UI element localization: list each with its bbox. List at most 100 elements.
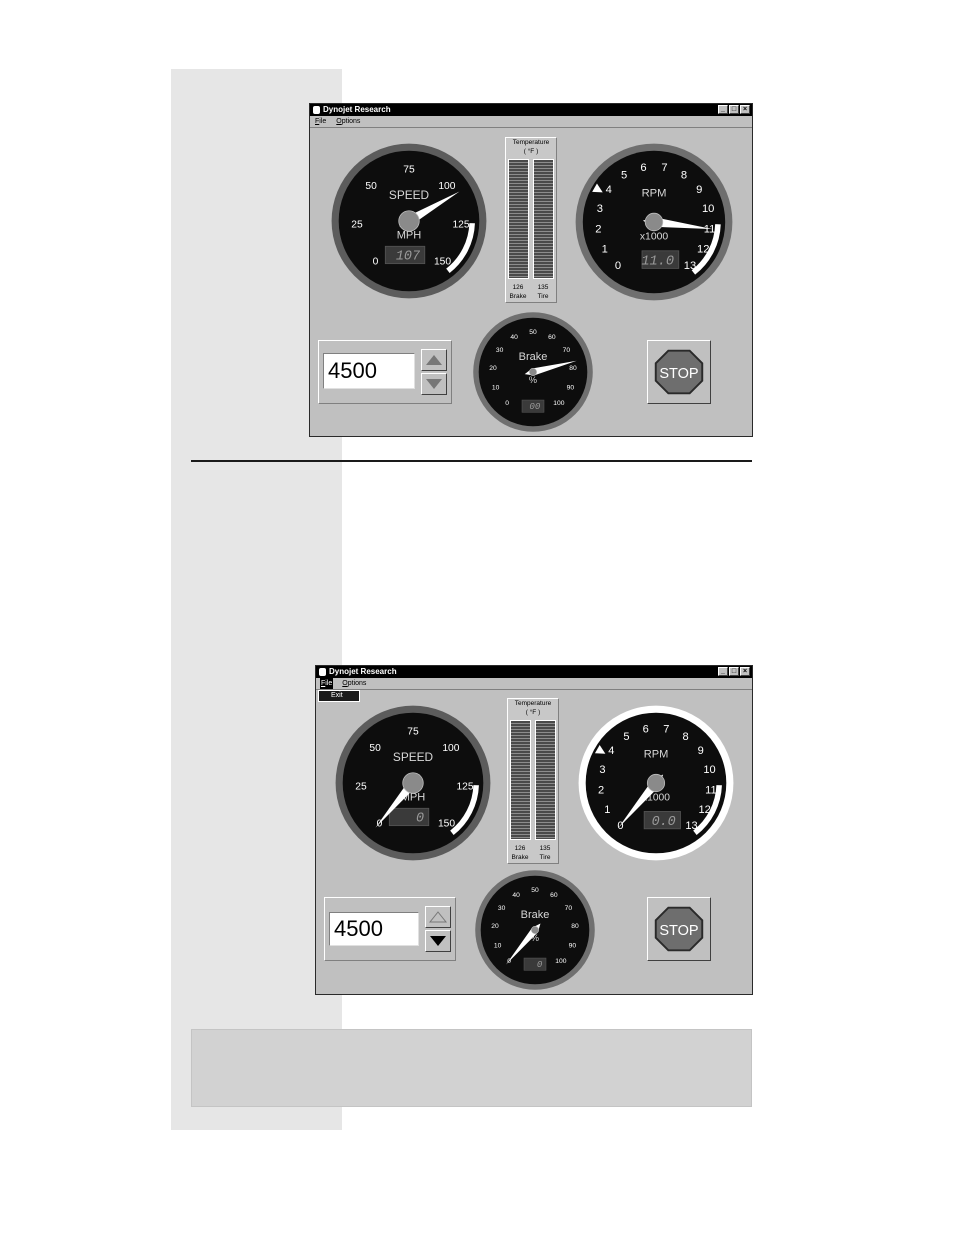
title-bar[interactable]: Dynojet Research _ □ × xyxy=(316,666,752,678)
window-title: Dynojet Research xyxy=(323,105,391,114)
brake-temp-label: Brake xyxy=(511,854,529,861)
gauge-tick-label: 50 xyxy=(529,329,537,336)
gauge-readout-display xyxy=(523,957,547,971)
rpm-input-panel: 4500 xyxy=(324,897,456,961)
gauge-tick-label: 0 xyxy=(373,257,379,268)
gauge-tick-label: 4 xyxy=(608,745,614,757)
app-window-2: Dynojet Research _ □ × File Options Exit… xyxy=(315,665,753,995)
maximize-button[interactable]: □ xyxy=(729,667,739,676)
gauge-label: Brake xyxy=(521,909,550,921)
gauge-tick-label: 100 xyxy=(442,743,459,754)
gauge-hub xyxy=(531,926,539,934)
gauge-tick-label: 7 xyxy=(661,162,667,174)
rpm-input[interactable]: 4500 xyxy=(323,353,415,389)
gauge-tick-label: 150 xyxy=(434,257,451,268)
gauge-tick-label: 30 xyxy=(496,347,504,354)
gauge-tick-label: 40 xyxy=(512,892,520,899)
close-button[interactable]: × xyxy=(740,667,750,676)
gauge-tick-label: 12 xyxy=(698,804,710,816)
gauge-readout: 0 xyxy=(537,959,543,970)
close-button[interactable]: × xyxy=(740,105,750,114)
gauge-tick-label: 0 xyxy=(615,260,621,272)
gauge-label: SPEED xyxy=(389,188,429,202)
rpm-down-button[interactable] xyxy=(421,373,447,395)
gauge-tick-label: 20 xyxy=(489,365,497,372)
gauge-tick-label: 13 xyxy=(684,260,696,272)
stop-button[interactable]: STOP xyxy=(647,340,711,404)
menu-options[interactable]: Options xyxy=(341,678,367,689)
gauge-tick-label: 6 xyxy=(643,724,649,736)
temperature-panel: Temperature ( °F ) 126 135 Brake Tire xyxy=(505,137,557,303)
gauge-tick-label: 10 xyxy=(492,384,500,391)
brake-gauge: 0 10 20 30 40 50 60 70 80 90 100 Brake% 00 xyxy=(472,311,594,433)
rpm-up-button[interactable] xyxy=(421,349,447,371)
gauge-tick-label: 2 xyxy=(598,785,604,797)
rpm-gauge: 0 1 2 3 4 5 6 7 8 9 10 11 12 13 RPM x1000 11.0 xyxy=(574,142,734,302)
gauge-readout: 0 xyxy=(416,812,424,827)
stop-button[interactable]: STOP xyxy=(647,897,711,961)
svg-text:STOP: STOP xyxy=(659,923,698,939)
gauge-tick-label: 75 xyxy=(403,164,415,175)
svg-text:STOP: STOP xyxy=(659,366,698,382)
gauge-tick-label: 2 xyxy=(595,224,601,236)
app-icon[interactable] xyxy=(313,106,320,114)
menu-item-exit[interactable]: Exit xyxy=(318,690,360,702)
gauge-tick-label: 12 xyxy=(697,244,709,256)
rpm-input[interactable]: 4500 xyxy=(329,912,419,946)
gauge-tick-label: 40 xyxy=(510,334,518,341)
gauge-tick-label: 11 xyxy=(704,224,716,236)
gauge-tick-label: 50 xyxy=(369,743,381,754)
gauge-tick-label: 0 xyxy=(505,400,509,407)
brake-gauge: 0 10 20 30 40 50 60 70 80 90 100 Brake% 0 xyxy=(474,869,596,991)
menu-file[interactable]: File xyxy=(320,678,334,689)
gauge-tick-label: 30 xyxy=(498,905,506,912)
tire-temp-bar xyxy=(535,720,556,840)
temperature-unit: ( °F ) xyxy=(523,148,539,155)
menu-options[interactable]: Options xyxy=(335,116,361,127)
gauge-tick-label: 10 xyxy=(702,203,714,215)
note-box xyxy=(191,1029,752,1107)
gauge-tick-label: 5 xyxy=(623,731,629,743)
section-divider xyxy=(191,460,752,462)
gauge-readout: 11.0 xyxy=(641,254,674,269)
gauge-tick-label: 60 xyxy=(548,334,556,341)
menu-file[interactable]: File xyxy=(314,116,327,127)
gauge-tick-label: 10 xyxy=(494,942,502,949)
menu-bar: File Options xyxy=(310,116,752,127)
gauge-tick-label: 4 xyxy=(606,184,612,196)
title-bar[interactable]: Dynojet Research _ □ × xyxy=(310,104,752,116)
brake-temp-value: 126 xyxy=(514,845,526,852)
gauge-tick-label: 8 xyxy=(681,170,687,182)
gauge-label: RPM xyxy=(644,749,669,761)
temperature-unit: ( °F ) xyxy=(525,709,541,716)
gauge-readout: 107 xyxy=(396,250,421,265)
gauge-hub xyxy=(402,772,424,794)
gauge-tick-label: 3 xyxy=(599,764,605,776)
rpm-down-button[interactable] xyxy=(425,930,451,952)
tire-temp-label: Tire xyxy=(537,293,549,300)
tire-temp-label: Tire xyxy=(539,854,551,861)
gauge-tick-label: 60 xyxy=(550,892,558,899)
gauge-unit: x1000 xyxy=(640,232,669,243)
minimize-button[interactable]: _ xyxy=(718,105,728,114)
rpm-gauge: 0 1 2 3 4 5 6 7 8 9 10 11 12 13 RPM x1000 0.0 xyxy=(577,704,735,862)
gauge-tick-label: 7 xyxy=(663,724,669,736)
gauge-tick-label: 10 xyxy=(703,764,715,776)
gauge-tick-label: 100 xyxy=(438,181,455,192)
gauge-tick-label: 125 xyxy=(456,782,473,793)
gauge-tick-label: 125 xyxy=(452,220,469,231)
gauge-tick-label: 9 xyxy=(698,745,704,757)
gauge-tick-label: 8 xyxy=(682,731,688,743)
minimize-button[interactable]: _ xyxy=(718,667,728,676)
gauge-tick-label: 1 xyxy=(602,244,608,256)
gauge-unit: % xyxy=(529,375,537,385)
app-icon[interactable] xyxy=(319,668,326,676)
speed-gauge: 0 25 50 75 100 125 150 SPEED MPH 0 xyxy=(334,704,492,862)
gauge-tick-label: 150 xyxy=(438,819,455,830)
gauge-tick-label: 90 xyxy=(567,384,575,391)
gauge-readout: 0.0 xyxy=(652,815,676,830)
maximize-button[interactable]: □ xyxy=(729,105,739,114)
rpm-up-button[interactable] xyxy=(425,906,451,928)
gauge-tick-label: 3 xyxy=(597,203,603,215)
gauge-tick-label: 13 xyxy=(685,820,697,832)
